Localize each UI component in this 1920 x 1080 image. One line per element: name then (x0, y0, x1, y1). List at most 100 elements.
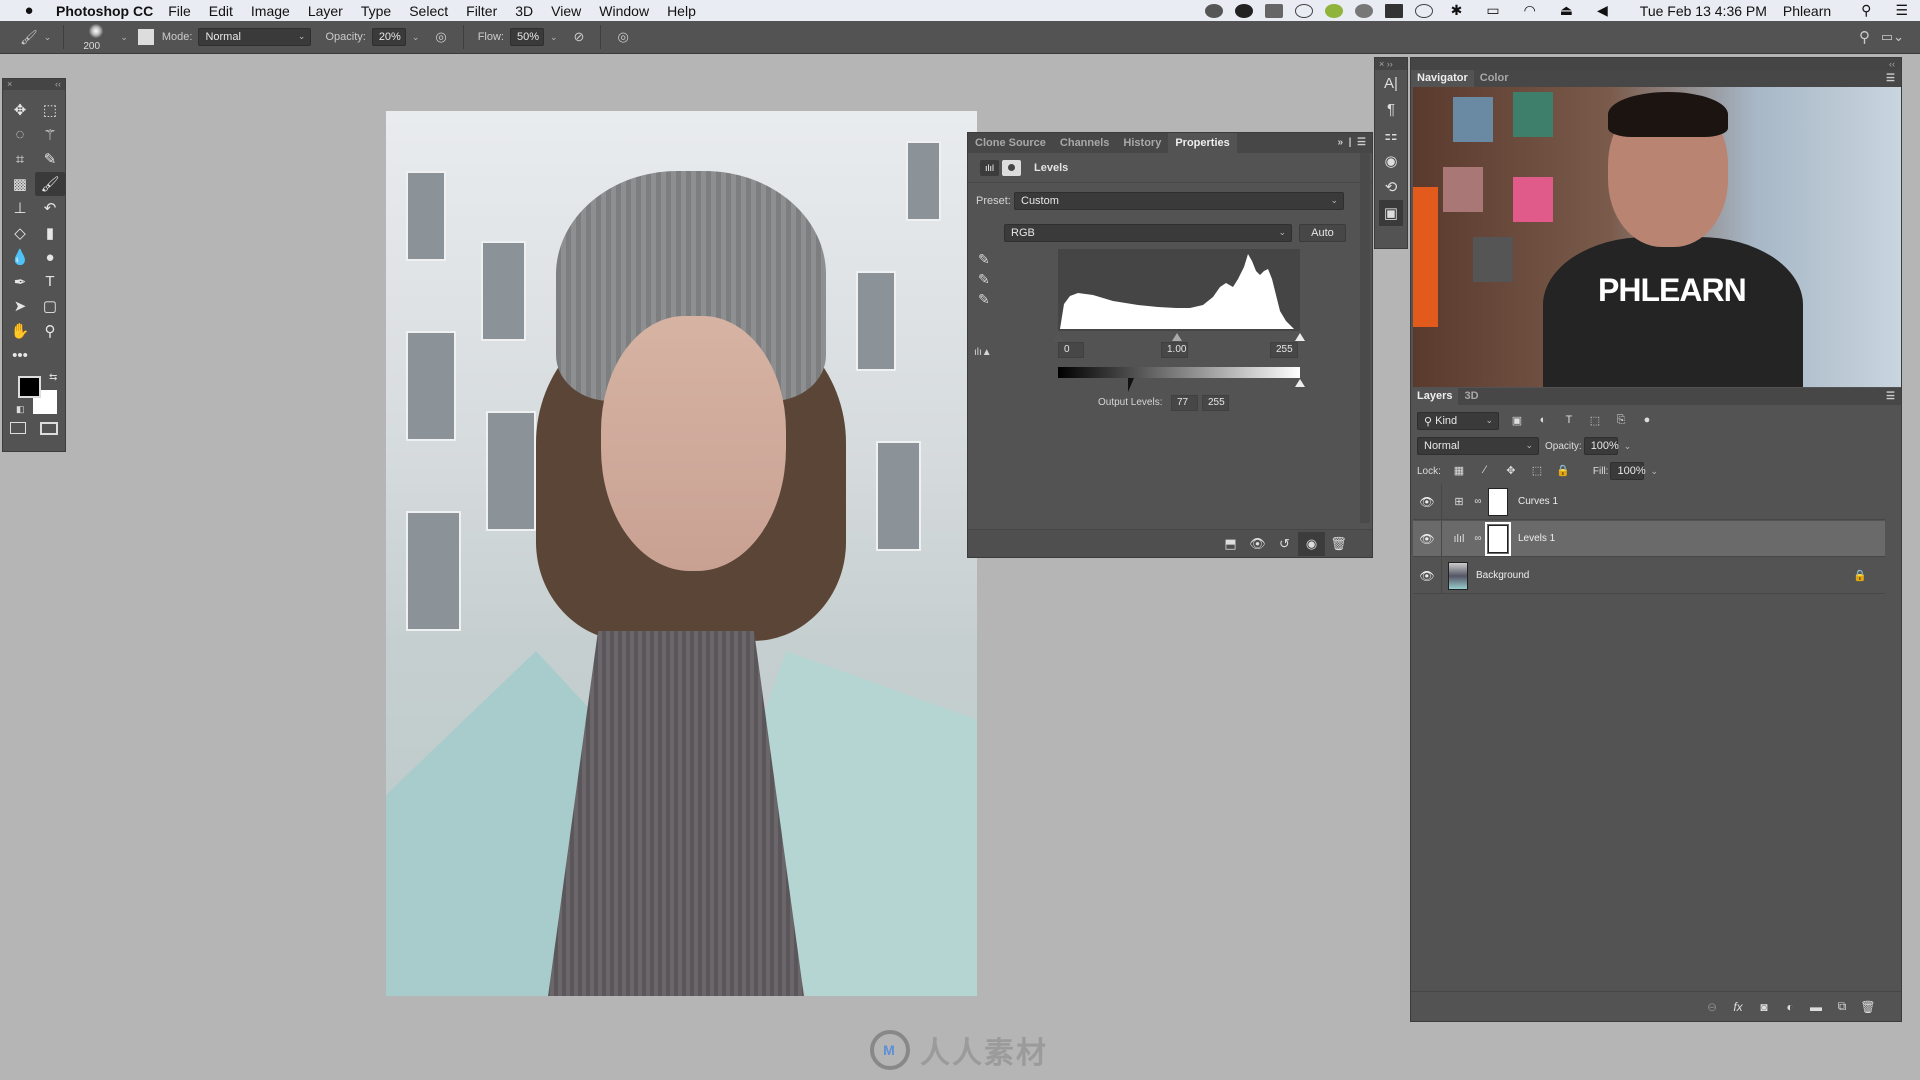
lock-pixels-icon[interactable]: ⁄ (1477, 464, 1493, 478)
panel-menu-icon[interactable]: ☰ (1886, 388, 1895, 405)
move-tool-icon[interactable]: ✥ (5, 98, 35, 123)
menu-help[interactable]: Help (667, 3, 696, 19)
visibility-icon[interactable]: ◉ (1298, 531, 1325, 556)
shape-tool-icon[interactable]: ▢ (35, 294, 65, 319)
output-white-slider[interactable] (1295, 379, 1305, 387)
default-colors-icon[interactable]: ◧ (16, 404, 25, 415)
delete-icon[interactable]: 🗑 (1325, 536, 1352, 552)
input-white-slider[interactable] (1295, 333, 1305, 341)
menu-view[interactable]: View (551, 3, 581, 19)
delete-layer-icon[interactable]: 🗑 (1855, 1000, 1881, 1014)
notification-center-icon[interactable]: ☰ (1895, 2, 1908, 19)
preset-dropdown[interactable]: Custom ⌄ (1014, 192, 1344, 210)
menu-image[interactable]: Image (251, 3, 290, 19)
menubar-datetime[interactable]: Tue Feb 13 4:36 PM (1640, 3, 1767, 19)
eyedropper-tool-icon[interactable]: ✎ (35, 147, 65, 172)
screen-icon[interactable] (1264, 3, 1283, 18)
menu-filter[interactable]: Filter (466, 3, 497, 19)
tab-clone-source[interactable]: Clone Source (968, 133, 1053, 153)
layer-row-curves[interactable]: 👁 ⊞ ∞ Curves 1 (1413, 483, 1885, 520)
shape-filter-icon[interactable]: ⬚ (1587, 414, 1603, 428)
clone-source-icon[interactable]: ⚏ (1375, 122, 1407, 148)
apple-icon[interactable]: ● (18, 2, 40, 19)
menubar-user[interactable]: Phlearn (1783, 3, 1831, 19)
opacity-field[interactable]: 20% (371, 28, 406, 46)
new-layer-icon[interactable]: ⧉ (1829, 999, 1855, 1014)
group-icon[interactable]: ▬ (1803, 1000, 1829, 1014)
s-app-icon[interactable] (1324, 3, 1343, 18)
opacity-chevron-icon[interactable]: ⌄ (412, 32, 420, 43)
blur-tool-icon[interactable]: 💧 (5, 245, 35, 270)
view-previous-icon[interactable]: 👁 (1244, 536, 1271, 552)
document-canvas[interactable] (386, 111, 977, 996)
flow-chevron-icon[interactable]: ⌄ (550, 32, 558, 43)
collapse-icon[interactable]: ‹‹ (55, 79, 61, 90)
properties-scrollbar[interactable] (1360, 153, 1370, 523)
airplay-icon[interactable]: ▭ (1486, 2, 1499, 19)
output-black-field[interactable]: 77 (1171, 395, 1198, 411)
layer-filter-dropdown[interactable]: ⚲ Kind ⌄ (1417, 412, 1499, 430)
lock-all-icon[interactable]: 🔒 (1555, 464, 1571, 478)
fill-field[interactable]: 100% (1610, 462, 1646, 480)
menu-type[interactable]: Type (361, 3, 391, 19)
tab-history[interactable]: History (1116, 133, 1168, 153)
blend-mode-dropdown[interactable]: Normal ⌄ (1417, 437, 1539, 455)
clock-icon[interactable] (1294, 3, 1313, 18)
mask-link-icon[interactable]: ∞ (1472, 496, 1484, 507)
channel-dropdown[interactable]: RGB ⌄ (1004, 224, 1292, 242)
panel-menu-icon[interactable]: ☰ (1357, 137, 1366, 148)
close-icon[interactable]: × (1379, 59, 1384, 69)
zoom-tool-icon[interactable]: ⚲ (35, 319, 65, 344)
magic-wand-tool-icon[interactable]: ⚚ (35, 123, 65, 148)
white-point-eyedropper-icon[interactable]: ✎ (978, 291, 990, 308)
workspace-icon[interactable]: ▭⌄ (1881, 29, 1904, 45)
healing-brush-tool-icon[interactable]: ▩ (5, 172, 35, 197)
tab-properties[interactable]: Properties (1168, 133, 1237, 153)
layer-row-levels[interactable]: 👁 ılıl ∞ Levels 1 (1413, 520, 1885, 557)
screen-mode-icon[interactable] (40, 421, 58, 435)
menu-app-name[interactable]: Photoshop CC (56, 3, 153, 19)
dodge-tool-icon[interactable]: ● (35, 245, 65, 270)
input-gamma-field[interactable]: 1.00 (1161, 342, 1188, 358)
pressure-opacity-icon[interactable]: ◎ (435, 29, 446, 45)
menu-layer[interactable]: Layer (308, 3, 343, 19)
auto-button[interactable]: Auto (1299, 224, 1346, 242)
eject-icon[interactable]: ⏏ (1560, 2, 1573, 19)
wifi-icon[interactable]: ◠ (1524, 2, 1536, 19)
panel-menu-icon[interactable]: ☰ (1886, 70, 1895, 87)
output-white-field[interactable]: 255 (1202, 395, 1229, 411)
brush-preset-picker[interactable]: 200 (78, 22, 114, 52)
quick-mask-icon[interactable] (10, 421, 26, 434)
lock-icon[interactable]: 🔒 (1853, 569, 1867, 582)
layer-mask-thumbnail[interactable] (1485, 521, 1511, 556)
pixel-filter-icon[interactable]: ▣ (1509, 414, 1525, 428)
input-black-field[interactable]: 0 (1058, 342, 1084, 358)
mask-link-icon[interactable]: ∞ (1472, 533, 1484, 544)
fx-icon[interactable]: fx (1725, 1000, 1751, 1014)
reset-icon[interactable]: ↺ (1271, 536, 1298, 552)
clip-to-layer-icon[interactable]: ⬒ (1217, 536, 1244, 552)
flow-field[interactable]: 50% (509, 28, 544, 46)
crop-tool-icon[interactable]: ⌗ (5, 147, 35, 172)
layer-name[interactable]: Levels 1 (1518, 533, 1885, 544)
expand-panels-icon[interactable]: » (1338, 137, 1344, 148)
drive-icon[interactable] (1354, 3, 1373, 18)
layer-name[interactable]: Background (1476, 570, 1853, 581)
tab-channels[interactable]: Channels (1053, 133, 1117, 153)
pressure-size-icon[interactable]: ◎ (617, 29, 628, 45)
input-white-field[interactable]: 255 (1270, 342, 1298, 358)
character-icon[interactable]: A| (1375, 70, 1407, 96)
filter-toggle-icon[interactable]: ● (1639, 414, 1655, 428)
navigator-preview[interactable]: PHLEARN (1413, 87, 1901, 387)
airbrush-icon[interactable]: ⊘ (574, 29, 585, 45)
gray-point-eyedropper-icon[interactable]: ✎ (978, 271, 990, 288)
expand-icon[interactable]: ›› (1387, 59, 1393, 69)
layer-mask-thumbnail[interactable] (1488, 487, 1508, 516)
close-icon[interactable]: × (7, 79, 12, 90)
adjustment-filter-icon[interactable]: ◐ (1535, 414, 1551, 428)
history-icon[interactable]: ⟲ (1375, 174, 1407, 200)
mode-dropdown[interactable]: Normal ⌄ (198, 28, 312, 46)
clone-stamp-tool-icon[interactable]: ⊥ (5, 196, 35, 221)
foreground-color-swatch[interactable] (18, 375, 41, 398)
input-black-slider[interactable] (1053, 333, 1063, 342)
